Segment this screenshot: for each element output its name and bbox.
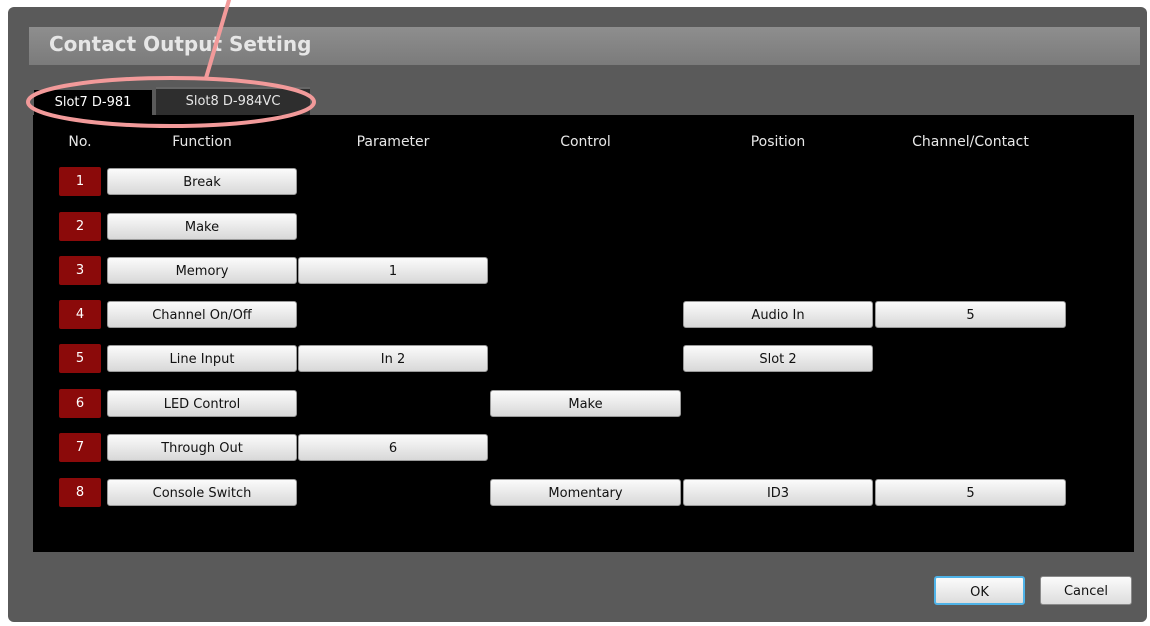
column-header-position: Position xyxy=(750,134,806,150)
function-button-3[interactable]: Memory xyxy=(107,257,297,284)
tab-slot8[interactable]: Slot8 D-984VC xyxy=(156,87,310,115)
function-button-1[interactable]: Break xyxy=(107,168,297,195)
position-button-8[interactable]: ID3 xyxy=(683,479,873,506)
function-button-5[interactable]: Line Input xyxy=(107,345,297,372)
cancel-button[interactable]: Cancel xyxy=(1040,576,1132,605)
row-number-8: 8 xyxy=(59,478,101,507)
function-button-8[interactable]: Console Switch xyxy=(107,479,297,506)
row-number-2: 2 xyxy=(59,212,101,241)
position-button-5[interactable]: Slot 2 xyxy=(683,345,873,372)
dialog-title: Contact Output Setting xyxy=(49,32,312,56)
parameter-button-5[interactable]: In 2 xyxy=(298,345,488,372)
function-button-6[interactable]: LED Control xyxy=(107,390,297,417)
ok-button[interactable]: OK xyxy=(934,576,1025,605)
tab-slot7[interactable]: Slot7 D-981 xyxy=(34,90,152,116)
control-button-6[interactable]: Make xyxy=(490,390,681,417)
channel-button-4[interactable]: 5 xyxy=(875,301,1066,328)
column-header-parameter: Parameter xyxy=(356,134,430,150)
row-number-3: 3 xyxy=(59,256,101,285)
row-number-6: 6 xyxy=(59,389,101,418)
control-button-8[interactable]: Momentary xyxy=(490,479,681,506)
parameter-button-3[interactable]: 1 xyxy=(298,257,488,284)
column-header-no: No. xyxy=(68,134,92,150)
row-number-7: 7 xyxy=(59,433,101,462)
column-header-control: Control xyxy=(560,134,611,150)
row-number-1: 1 xyxy=(59,167,101,196)
column-header-channel-contact: Channel/Contact xyxy=(912,134,1029,150)
column-header-function: Function xyxy=(172,134,232,150)
function-button-4[interactable]: Channel On/Off xyxy=(107,301,297,328)
function-button-7[interactable]: Through Out xyxy=(107,434,297,461)
function-button-2[interactable]: Make xyxy=(107,213,297,240)
channel-button-8[interactable]: 5 xyxy=(875,479,1066,506)
parameter-button-7[interactable]: 6 xyxy=(298,434,488,461)
row-number-4: 4 xyxy=(59,300,101,329)
position-button-4[interactable]: Audio In xyxy=(683,301,873,328)
row-number-5: 5 xyxy=(59,344,101,373)
